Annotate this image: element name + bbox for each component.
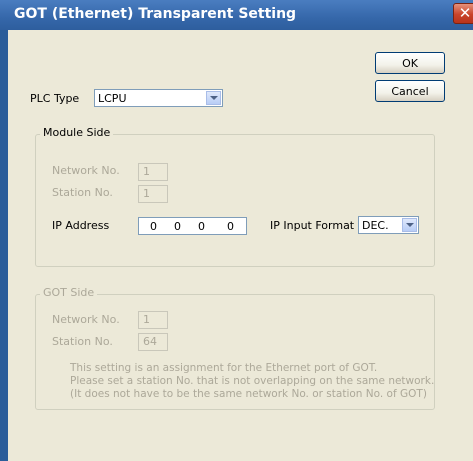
chevron-down-icon[interactable] — [402, 218, 417, 232]
dialog-window: GOT (Ethernet) Transparent Setting ✕ OK … — [0, 0, 473, 461]
close-icon: ✕ — [458, 4, 472, 22]
ip-octet-1[interactable]: 0 — [131, 220, 157, 233]
ok-button[interactable]: OK — [375, 52, 445, 74]
ip-address-label: IP Address — [52, 219, 110, 232]
plc-type-label: PLC Type — [30, 92, 80, 105]
title-bar[interactable]: GOT (Ethernet) Transparent Setting ✕ — [0, 0, 473, 30]
close-button[interactable]: ✕ — [453, 3, 473, 24]
chevron-down-icon[interactable] — [206, 91, 221, 105]
got-station-no-label: Station No. — [52, 335, 113, 348]
ip-input-format-label: IP Input Format — [270, 219, 355, 232]
module-station-no-field: 1 — [138, 185, 168, 203]
dialog-body: OK Cancel PLC Type LCPU Module Side Netw… — [8, 30, 473, 461]
window-title: GOT (Ethernet) Transparent Setting — [14, 6, 297, 22]
module-network-no-label: Network No. — [52, 164, 120, 177]
got-network-no-field: 1 — [138, 311, 168, 329]
got-side-title: GOT Side — [40, 286, 98, 299]
module-station-no-label: Station No. — [52, 186, 113, 199]
got-side-note-line-3: (It does not have to be the same network… — [70, 388, 427, 400]
ip-octet-4[interactable]: 0 — [208, 220, 234, 233]
got-network-no-label: Network No. — [52, 313, 120, 326]
ip-address-input[interactable]: 0 0 0 0 — [138, 217, 247, 235]
module-side-title: Module Side — [40, 126, 114, 139]
got-side-note-line-1: This setting is an assignment for the Et… — [70, 362, 378, 374]
got-station-no-field: 64 — [138, 333, 168, 351]
cancel-button[interactable]: Cancel — [375, 80, 445, 102]
ip-input-format-value: DEC. — [362, 219, 389, 232]
plc-type-select[interactable]: LCPU — [94, 89, 223, 107]
ip-input-format-select[interactable]: DEC. — [358, 216, 419, 234]
ip-octet-3[interactable]: 0 — [179, 220, 205, 233]
module-side-group — [35, 134, 435, 267]
got-side-note-line-2: Please set a station No. that is not ove… — [70, 375, 435, 387]
module-network-no-field: 1 — [138, 163, 168, 181]
plc-type-value: LCPU — [98, 92, 127, 105]
ip-octet-2[interactable]: 0 — [155, 220, 181, 233]
